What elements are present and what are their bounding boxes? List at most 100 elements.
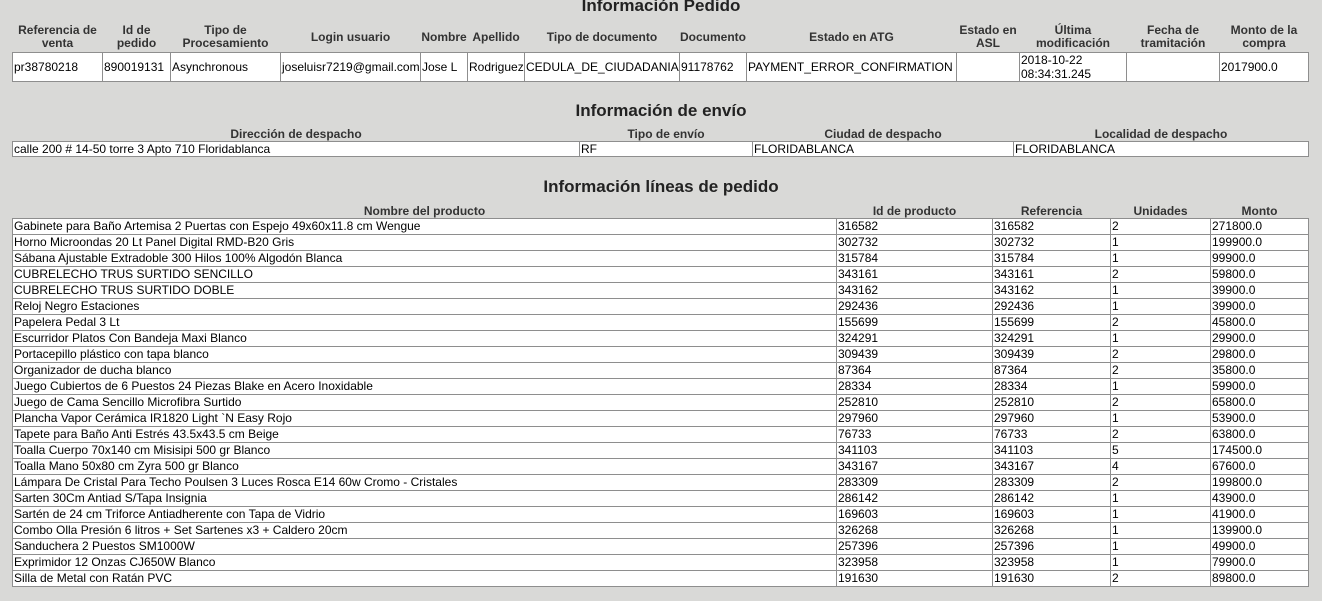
product-amount: 43900.0 (1210, 490, 1309, 507)
product-name: Organizador de ducha blanco (12, 362, 837, 379)
product-amount: 65800.0 (1210, 394, 1309, 411)
order-line-row: Plancha Vapor Cerámica IR1820 Light `N E… (12, 410, 1309, 427)
order-row: pr38780218 890019131 Asynchronous joselu… (12, 52, 1309, 82)
order-line-row: Sábana Ajustable Extradoble 300 Hilos 10… (12, 250, 1309, 267)
product-name: Juego Cubiertos de 6 Puestos 24 Piezas B… (12, 378, 837, 395)
product-amount: 39900.0 (1210, 298, 1309, 315)
order-header: Tipo de documento (546, 29, 658, 44)
lines-header-row: Nombre del producto Id de producto Refer… (13, 204, 1309, 219)
order-line-row: Reloj Negro Estaciones 292436 292436 1 39900… (12, 298, 1309, 315)
product-amount: 199900.0 (1210, 234, 1309, 251)
user-login: joseluisr7219@gmail.com (280, 52, 421, 82)
last-name: Rodriguez (467, 52, 525, 82)
product-amount: 139900.0 (1210, 522, 1309, 539)
product-units: 1 (1110, 282, 1211, 299)
order-lines-body: Gabinete para Baño Artemisa 2 Puertas co… (12, 218, 1309, 587)
order-line-row: Juego de Cama Sencillo Microfibra Surtid… (12, 394, 1309, 411)
product-amount: 67600.0 (1210, 458, 1309, 475)
product-amount: 29900.0 (1210, 330, 1309, 347)
order-line-row: CUBRELECHO TRUS SURTIDO SENCILLO 343161 34… (12, 266, 1309, 283)
order-line-row: Silla de Metal con Ratán PVC 191630 191630… (12, 570, 1309, 587)
processing-date (1126, 52, 1220, 82)
order-line-row: Exprimidor 12 Onzas CJ650W Blanco 323958 3… (12, 554, 1309, 571)
product-reference: 257396 (992, 538, 1111, 555)
product-reference: 316582 (992, 218, 1111, 235)
product-units: 2 (1110, 362, 1211, 379)
atg-status: PAYMENT_ERROR_CONFIRMATION (746, 52, 957, 82)
product-reference: 323958 (992, 554, 1111, 571)
product-units: 2 (1110, 218, 1211, 235)
product-reference: 343161 (992, 266, 1111, 283)
product-name: Lámpara De Cristal Para Techo Poulsen 3 … (12, 474, 837, 491)
order-header-row: Referencia de venta Id de pedido Tipo de… (13, 22, 1309, 53)
product-units: 1 (1110, 234, 1211, 251)
processing-type: Asynchronous (170, 52, 281, 82)
order-line-row: Tapete para Baño Anti Estrés 43.5x43.5 c… (12, 426, 1309, 443)
product-id: 302732 (836, 234, 993, 251)
product-name: Juego de Cama Sencillo Microfibra Surtid… (12, 394, 837, 411)
order-line-row: Escurridor Platos Con Bandeja Maxi Blanc… (12, 330, 1309, 347)
product-name: Gabinete para Baño Artemisa 2 Puertas co… (12, 218, 837, 235)
order-header: Fecha de tramitación (1140, 23, 1206, 50)
product-reference: 283309 (992, 474, 1111, 491)
product-name: Toalla Cuerpo 70x140 cm Misisipi 500 gr … (12, 442, 837, 459)
lines-header: Referencia (1020, 203, 1083, 218)
lines-section-title: Información líneas de pedido (543, 177, 779, 196)
product-amount: 59900.0 (1210, 378, 1309, 395)
product-name: Tapete para Baño Anti Estrés 43.5x43.5 c… (12, 426, 837, 443)
product-units: 2 (1110, 426, 1211, 443)
product-reference: 169603 (992, 506, 1111, 523)
product-name: Toalla Mano 50x80 cm Zyra 500 gr Blanco (12, 458, 837, 475)
lines-header: Unidades (1133, 203, 1188, 218)
product-units: 1 (1110, 298, 1211, 315)
product-units: 1 (1110, 506, 1211, 523)
order-header: Monto de la compra (1230, 23, 1298, 50)
product-reference: 191630 (992, 570, 1111, 587)
first-name: Jose L (420, 52, 468, 82)
product-id: 341103 (836, 442, 993, 459)
product-units: 1 (1110, 250, 1211, 267)
shipping-header-row: Dirección de despacho Tipo de envío Ciud… (13, 127, 1309, 142)
product-name: Portacepillo plástico con tapa blanco (12, 346, 837, 363)
asl-status (956, 52, 1020, 82)
order-line-row: Sartén de 24 cm Triforce Antiadherente c… (12, 506, 1309, 523)
shipping-table: Dirección de despacho Tipo de envío Ciud… (12, 127, 1309, 157)
order-header: Estado en ASL (959, 23, 1017, 50)
order-header: Última modificación (1035, 23, 1110, 50)
shipping-locality: FLORIDABLANCA (1013, 141, 1309, 157)
product-units: 2 (1110, 266, 1211, 283)
order-line-row: Juego Cubiertos de 6 Puestos 24 Piezas B… (12, 378, 1309, 395)
product-name: Sarten 30Cm Antiad S/Tapa Insignia (12, 490, 837, 507)
order-header: Documento (680, 29, 746, 44)
document-type: CEDULA_DE_CIUDADANIA (524, 52, 680, 82)
product-id: 315784 (836, 250, 993, 267)
product-units: 4 (1110, 458, 1211, 475)
order-line-row: Sanduchera 2 Puestos SM1000W 257396 257396… (12, 538, 1309, 555)
purchase-amount: 2017900.0 (1219, 52, 1309, 82)
last-modified: 2018-10-22 08:34:31.245 (1019, 52, 1127, 82)
lines-header: Id de producto (872, 203, 957, 218)
shipping-type: RF (579, 141, 753, 157)
product-reference: 286142 (992, 490, 1111, 507)
product-amount: 53900.0 (1210, 410, 1309, 427)
product-name: CUBRELECHO TRUS SURTIDO SENCILLO (12, 266, 837, 283)
product-name: Plancha Vapor Cerámica IR1820 Light `N E… (12, 410, 837, 427)
product-amount: 271800.0 (1210, 218, 1309, 235)
product-amount: 59800.0 (1210, 266, 1309, 283)
order-id: 890019131 (102, 52, 171, 82)
product-reference: 343167 (992, 458, 1111, 475)
product-amount: 199800.0 (1210, 474, 1309, 491)
order-line-row: Papelera Pedal 3 Lt 155699 155699 2 45800.0 (12, 314, 1309, 331)
shipping-section-title: Información de envío (575, 101, 747, 120)
product-name: Escurridor Platos Con Bandeja Maxi Blanc… (12, 330, 837, 347)
product-name: Reloj Negro Estaciones (12, 298, 837, 315)
product-id: 286142 (836, 490, 993, 507)
order-header: Login usuario (310, 29, 391, 44)
order-header: Estado en ATG (809, 29, 894, 44)
product-amount: 174500.0 (1210, 442, 1309, 459)
shipping-header: Localidad de despacho (1094, 126, 1228, 141)
product-id: 309439 (836, 346, 993, 363)
product-reference: 28334 (992, 378, 1111, 395)
order-table: Referencia de venta Id de pedido Tipo de… (12, 22, 1309, 82)
product-id: 316582 (836, 218, 993, 235)
